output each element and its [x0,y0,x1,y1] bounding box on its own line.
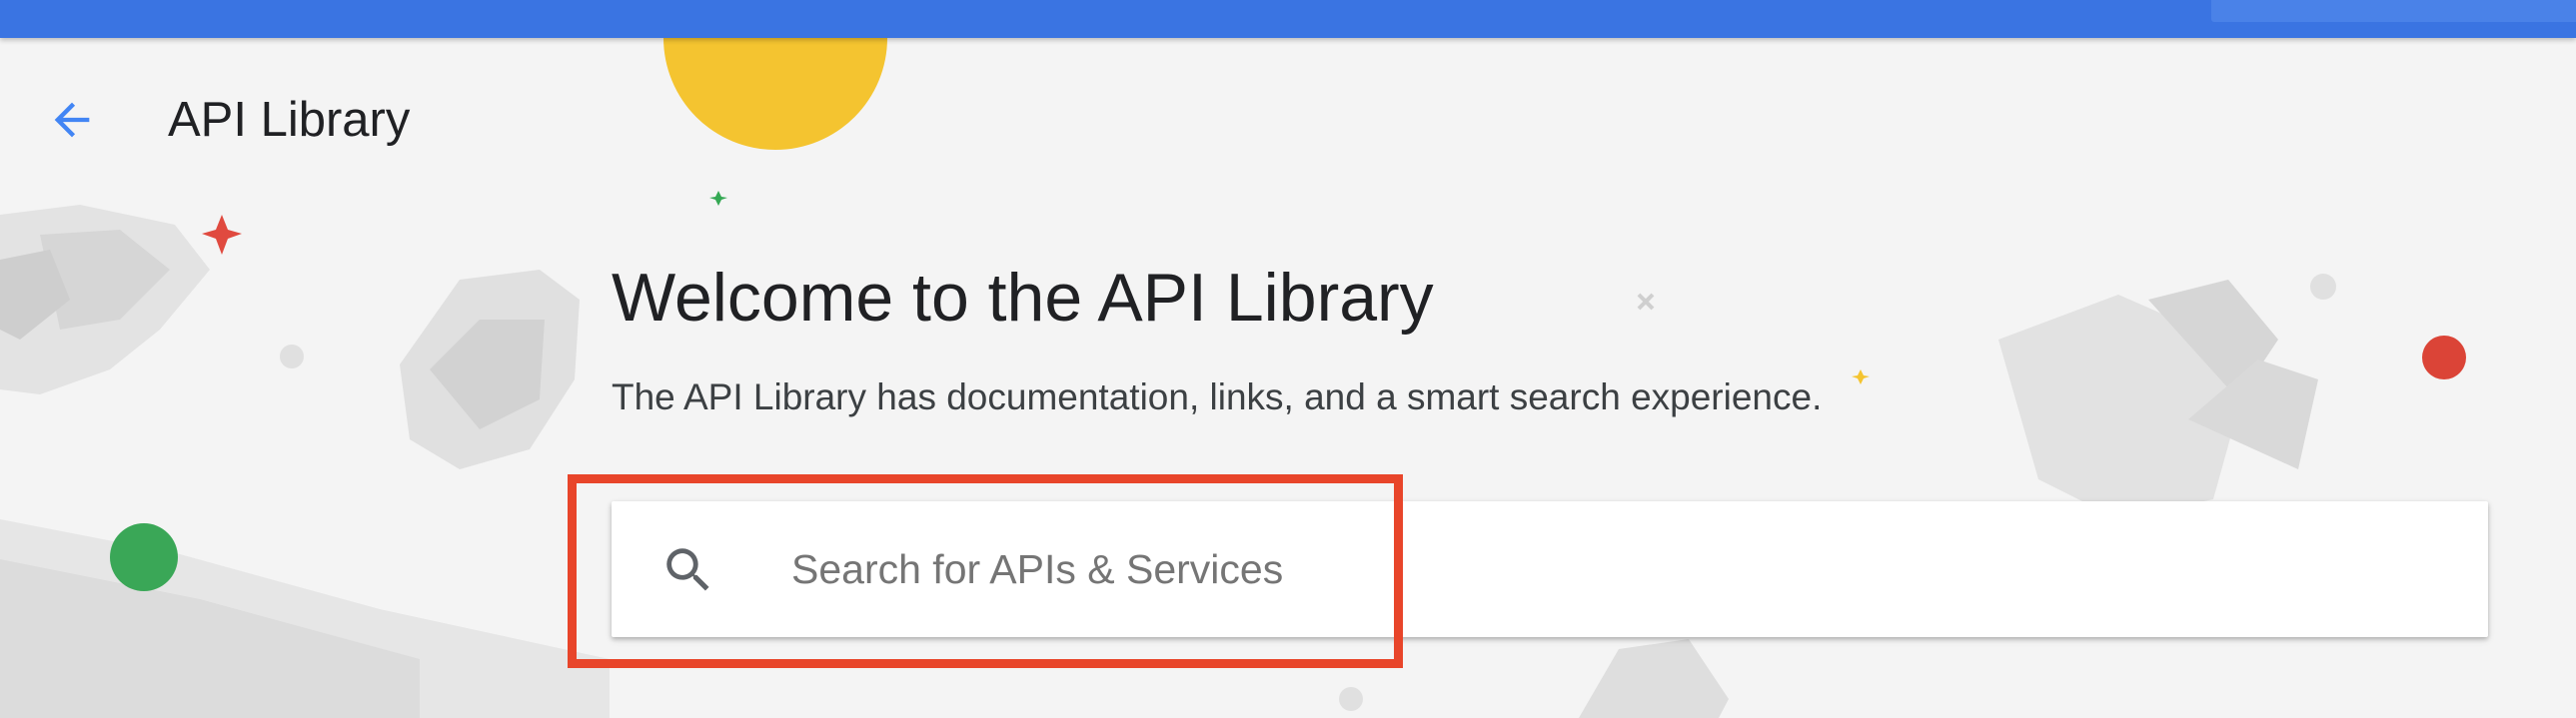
bg-sparkle-yellow [1852,369,1870,384]
back-button[interactable] [38,86,106,154]
top-bar-search-area[interactable] [2211,0,2576,22]
bg-dot-grey [1339,687,1363,711]
search-icon [666,548,709,591]
bg-dot-grey [2310,274,2336,300]
welcome-heading: Welcome to the API Library [612,260,1434,336]
welcome-description: The API Library has documentation, links… [612,376,1823,417]
bg-dot-red [2422,336,2466,379]
search-input[interactable] [791,525,2390,613]
bg-dot-green [110,523,178,591]
bg-sparkle-green [709,191,727,206]
page-header: API Library [0,38,2576,178]
bg-sparkle-red [202,215,242,255]
arrow-left-icon [54,102,90,138]
search-box[interactable] [612,501,2488,637]
bg-x-mark [1637,293,1655,311]
page-title: API Library [168,93,411,147]
bg-rock-bottom [1579,639,1729,718]
top-app-bar [0,0,2576,38]
bg-dot-grey [280,345,304,368]
